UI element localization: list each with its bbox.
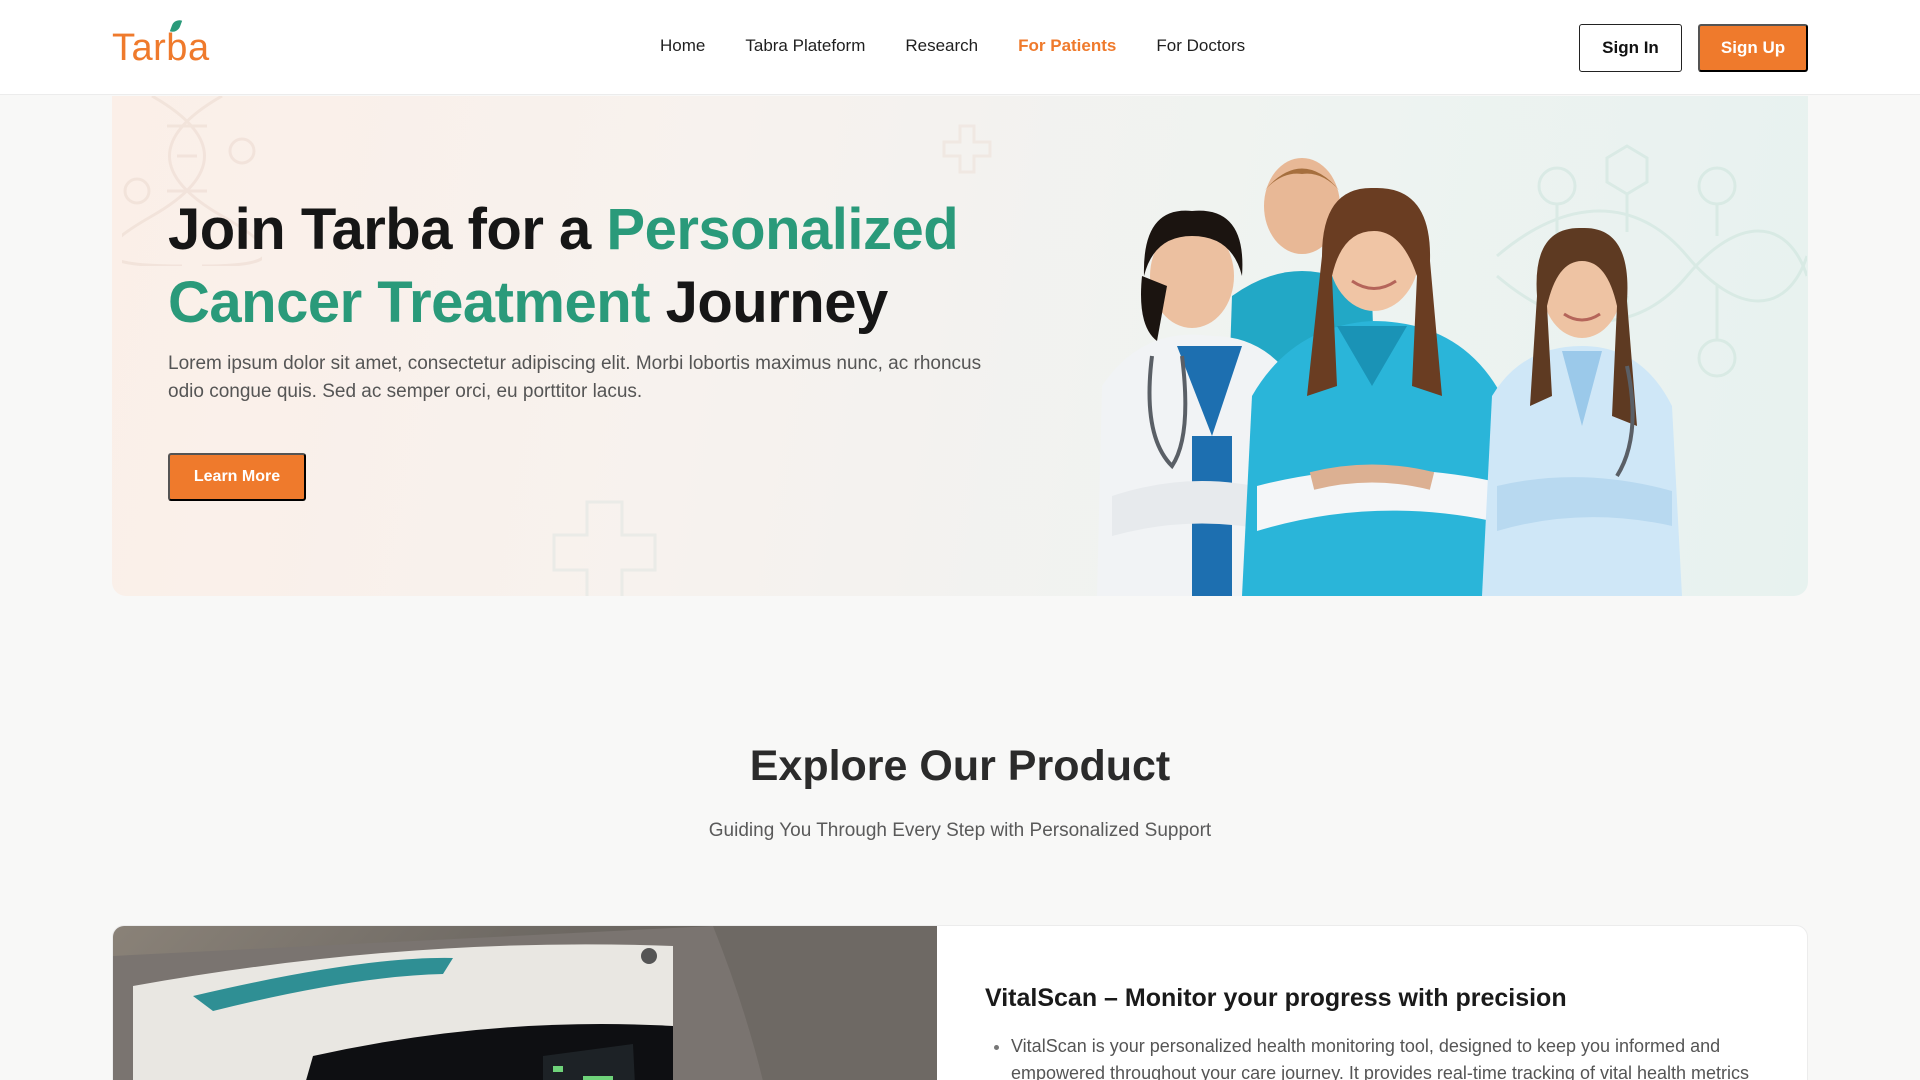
learn-more-button[interactable]: Learn More bbox=[168, 453, 306, 501]
nav-item-home[interactable]: Home bbox=[660, 36, 705, 56]
product-feature-list: VitalScan is your personalized health mo… bbox=[1011, 1033, 1801, 1080]
medical-cross-icon bbox=[552, 500, 657, 596]
product-title: VitalScan – Monitor your progress with p… bbox=[985, 984, 1567, 1012]
doctor-center-figure bbox=[1242, 187, 1512, 596]
logo-text: Tarb a bbox=[112, 17, 210, 70]
hero-title: Join Tarba for a Personalized Cancer Tre… bbox=[168, 193, 1068, 339]
hero-description: Lorem ipsum dolor sit amet, consectetur … bbox=[168, 353, 982, 402]
medical-monitor-image bbox=[113, 926, 937, 1080]
product-card-vitalscan: VitalScan – Monitor your progress with p… bbox=[112, 925, 1808, 1080]
hero-title-part1: Join Tarba for a bbox=[168, 197, 607, 262]
doctors-group-image bbox=[1097, 158, 1682, 596]
explore-section-title: Explore Our Product bbox=[749, 742, 1171, 790]
explore-section-subtitle: Guiding You Through Every Step with Pers… bbox=[708, 820, 1212, 841]
hero-title-part2: Journey bbox=[649, 270, 889, 335]
nav-item-tabra-plateform[interactable]: Tabra Plateform bbox=[745, 36, 865, 56]
leaf-icon bbox=[170, 17, 183, 34]
brand-logo[interactable]: Tarb a bbox=[112, 17, 210, 70]
nav-item-for-patients[interactable]: For Patients bbox=[1018, 36, 1116, 56]
list-item: VitalScan is your personalized health mo… bbox=[1011, 1033, 1801, 1080]
site-header: Tarb a Home Tabra Plateform Research For … bbox=[0, 0, 1920, 95]
nav-item-research[interactable]: Research bbox=[905, 36, 978, 56]
sign-in-button[interactable]: Sign In bbox=[1579, 24, 1682, 72]
doctor-right-figure bbox=[1482, 227, 1682, 596]
nav-item-for-doctors[interactable]: For Doctors bbox=[1156, 36, 1245, 56]
hero-banner: Join Tarba for a Personalized Cancer Tre… bbox=[112, 96, 1808, 596]
sign-up-button[interactable]: Sign Up bbox=[1698, 24, 1808, 72]
product-image bbox=[113, 926, 937, 1080]
main-nav: Home Tabra Plateform Research For Patien… bbox=[660, 36, 1245, 56]
medical-cross-icon bbox=[942, 124, 992, 174]
